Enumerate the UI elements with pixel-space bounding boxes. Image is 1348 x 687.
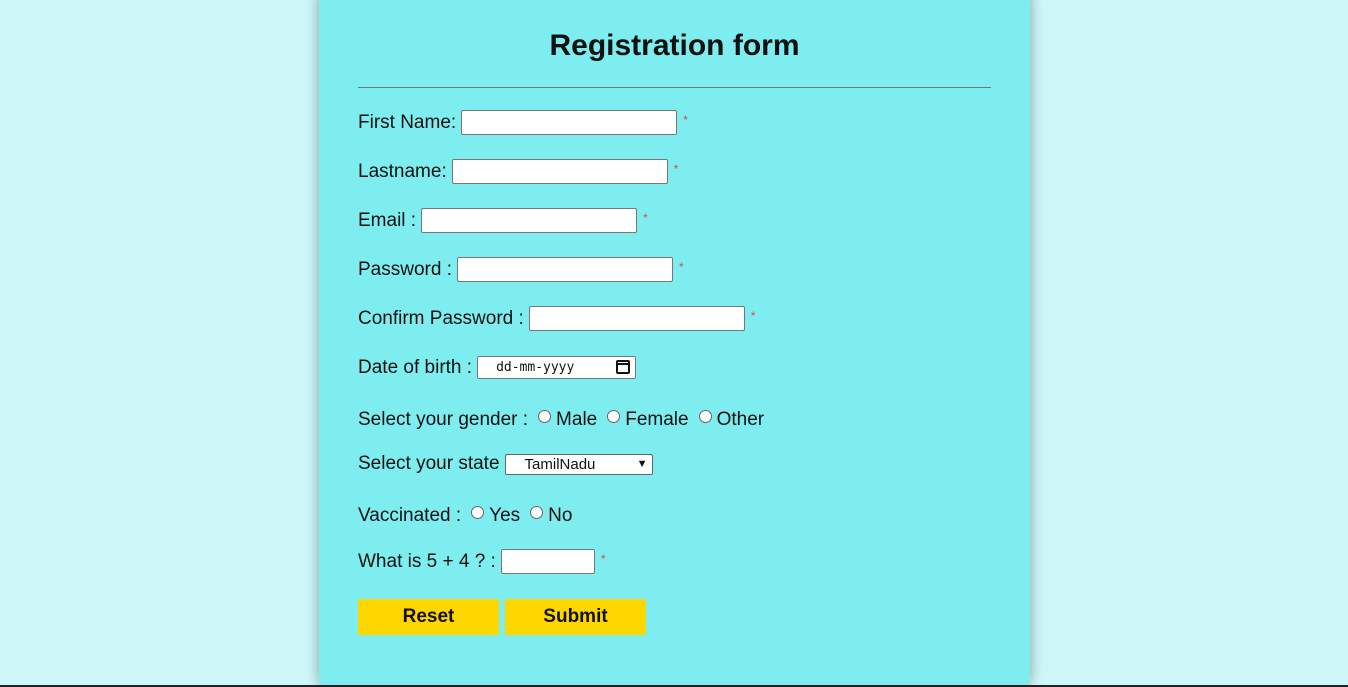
- last-name-input[interactable]: [451, 159, 668, 184]
- first-name-label: First Name:: [358, 111, 457, 133]
- first-name-input[interactable]: [461, 110, 678, 135]
- dob-label: Date of birth :: [358, 356, 473, 378]
- page: Registration form First Name: * Lastname…: [0, 0, 1348, 687]
- password-input[interactable]: [456, 257, 673, 282]
- required-marker: *: [683, 113, 688, 127]
- submit-button[interactable]: Submit: [505, 599, 646, 635]
- vaccinated-yes-label: Yes: [489, 505, 521, 526]
- gender-label: Select your gender :: [358, 409, 529, 430]
- last-name-label: Lastname:: [358, 160, 447, 182]
- vaccinated-no-label: No: [548, 505, 573, 526]
- required-marker: *: [643, 211, 648, 225]
- registration-card: Registration form First Name: * Lastname…: [319, 0, 1030, 687]
- gender-row: Select your gender : Male Female Other: [358, 409, 769, 431]
- required-marker: *: [673, 162, 679, 176]
- gender-male-label: Male: [556, 409, 598, 430]
- password-row: Password : *: [358, 257, 684, 282]
- email-input[interactable]: [421, 208, 638, 233]
- email-row: Email : *: [358, 208, 648, 233]
- dob-input[interactable]: dd-mm-yyyy: [477, 356, 637, 379]
- required-marker: *: [600, 552, 606, 566]
- state-label: Select your state: [358, 453, 500, 474]
- captcha-input[interactable]: [500, 549, 595, 574]
- dob-row: Date of birth : dd-mm-yyyy: [358, 356, 637, 379]
- confirm-password-label: Confirm Password :: [358, 307, 524, 329]
- email-label: Email :: [358, 209, 417, 231]
- state-selected-value: TamilNadu: [524, 455, 596, 473]
- state-select[interactable]: TamilNadu ▼: [504, 453, 653, 475]
- first-name-row: First Name: *: [358, 110, 688, 135]
- vaccinated-yes-radio[interactable]: [471, 505, 485, 519]
- chevron-down-icon: ▼: [636, 458, 648, 470]
- gender-female-label: Female: [625, 409, 689, 430]
- captcha-row: What is 5 + 4 ? : *: [358, 549, 606, 574]
- gender-female-radio[interactable]: [607, 409, 621, 423]
- state-row: Select your state TamilNadu ▼: [358, 453, 653, 475]
- gender-other-label: Other: [716, 409, 765, 430]
- confirm-password-input[interactable]: [528, 306, 745, 331]
- confirm-password-row: Confirm Password : *: [358, 306, 755, 331]
- captcha-label: What is 5 + 4 ? :: [358, 550, 496, 572]
- form-title: Registration form: [549, 29, 800, 62]
- last-name-row: Lastname: *: [358, 159, 678, 184]
- required-marker: *: [750, 309, 756, 323]
- calendar-icon[interactable]: [616, 360, 631, 374]
- gender-male-radio[interactable]: [538, 409, 552, 423]
- vaccinated-row: Vaccinated : Yes No: [358, 505, 577, 527]
- required-marker: *: [678, 260, 684, 274]
- gender-other-radio[interactable]: [698, 409, 712, 423]
- password-label: Password :: [358, 258, 452, 280]
- vaccinated-label: Vaccinated :: [358, 505, 462, 526]
- reset-button[interactable]: Reset: [358, 599, 499, 635]
- dob-placeholder: dd-mm-yyyy: [496, 360, 575, 375]
- divider: [358, 87, 991, 88]
- vaccinated-no-radio[interactable]: [530, 505, 544, 519]
